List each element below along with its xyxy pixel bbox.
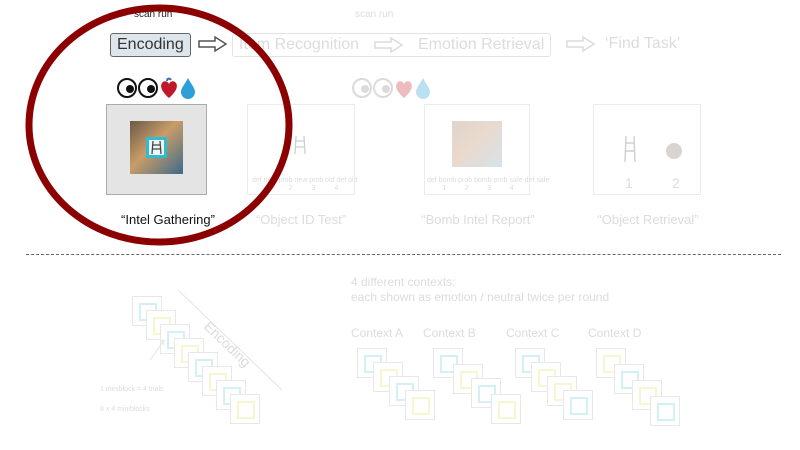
trial-frame [405, 390, 435, 420]
contexts-subtitle: each shown as emotion / neutral twice pe… [351, 290, 610, 304]
context-label-a: Context A [351, 326, 404, 340]
trial-frame [650, 396, 680, 426]
context-a-stack [357, 348, 437, 420]
miniblock-count: 8 x 4 miniblocks [100, 406, 150, 413]
section-divider [26, 254, 781, 255]
trial-frame [563, 390, 593, 420]
contexts-title: 4 different contexts: [351, 275, 456, 289]
miniblock-note: 1 miniblock = 4 trials [100, 386, 164, 393]
context-b-stack [433, 348, 523, 424]
context-label-c: Context C [506, 326, 560, 340]
context-c-stack [515, 348, 595, 420]
context-label-b: Context B [423, 326, 476, 340]
context-label-d: Context D [588, 326, 642, 340]
encoding-axis-line [149, 289, 283, 391]
context-d-stack [596, 348, 686, 428]
